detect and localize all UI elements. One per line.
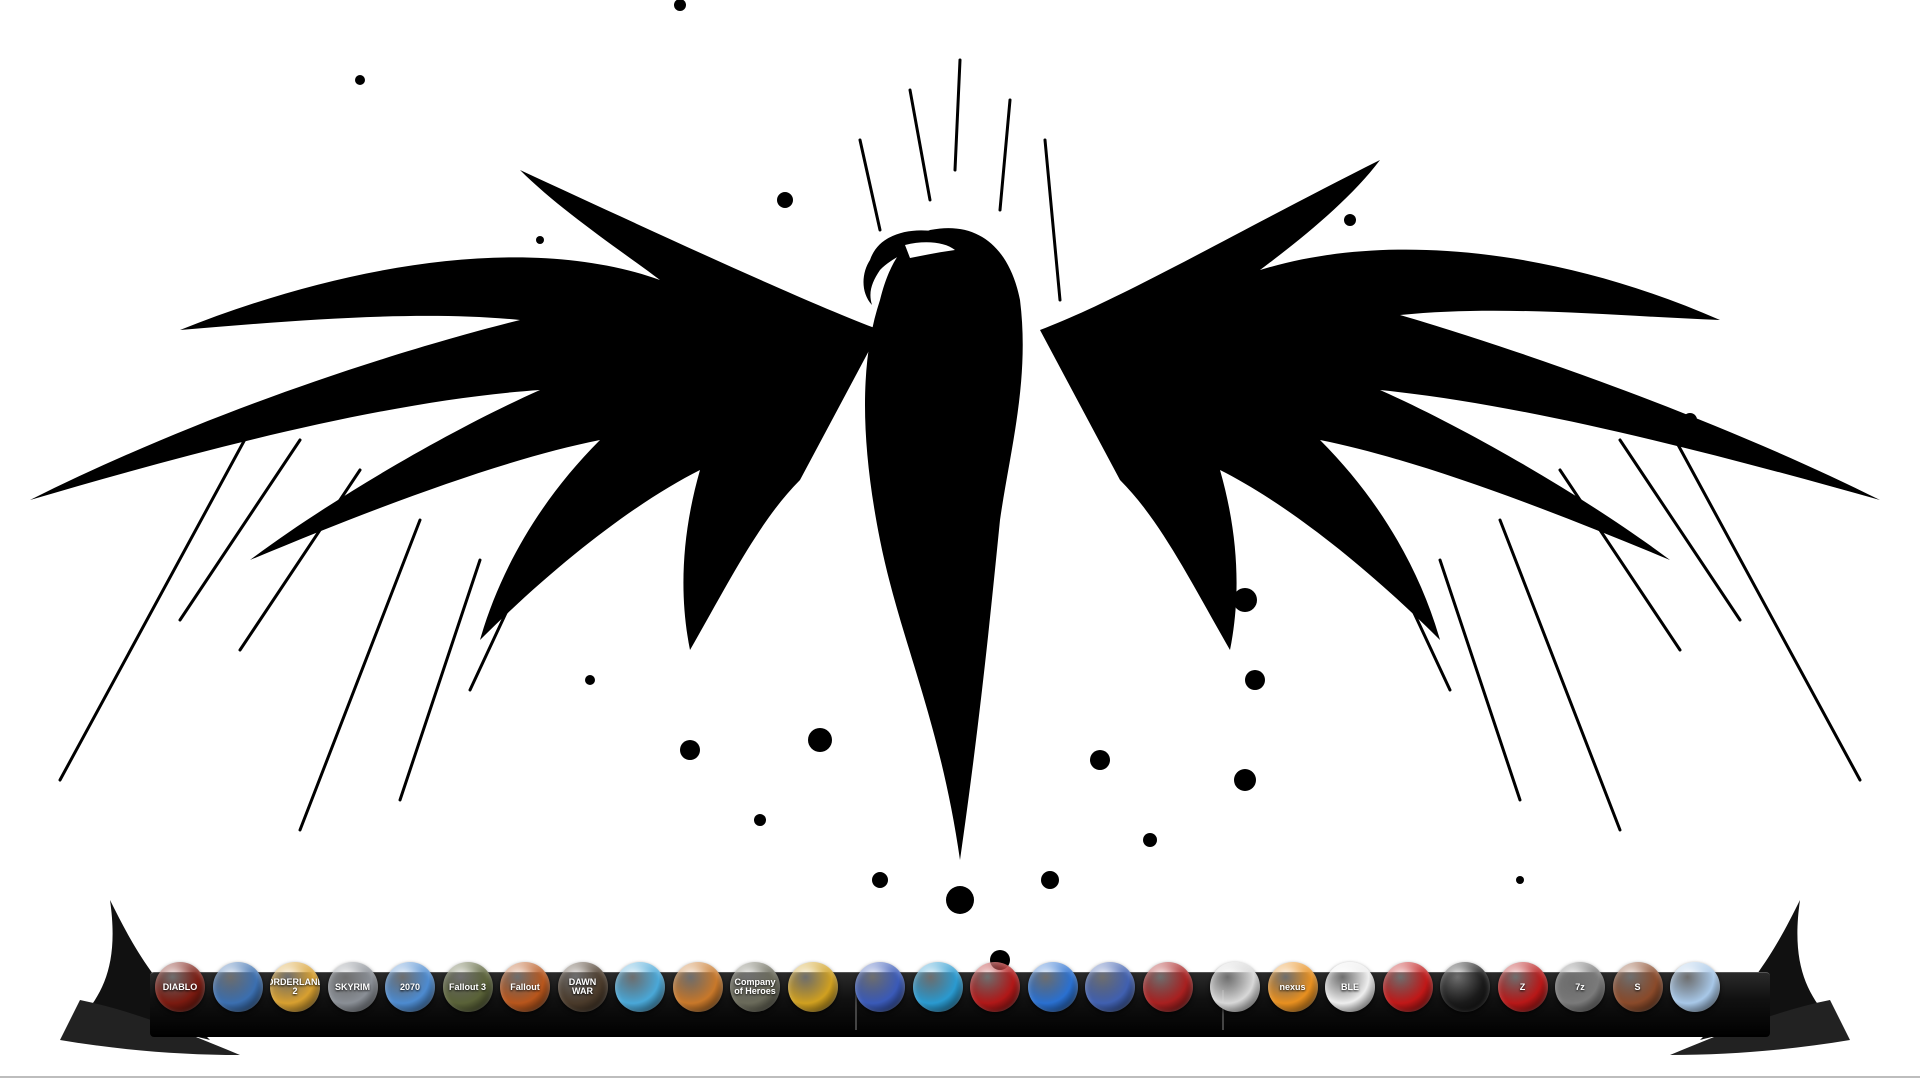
- globe-icon[interactable]: [1027, 962, 1078, 1012]
- dock-icon-label: nexus: [1279, 981, 1306, 992]
- s-app-icon[interactable]: S: [1612, 962, 1663, 1012]
- striped-app-icon[interactable]: [1382, 962, 1433, 1012]
- nexus-mod-manager-icon[interactable]: nexus: [1267, 962, 1318, 1012]
- browser-bird-icon[interactable]: [912, 962, 963, 1012]
- chat-bubble-icon[interactable]: BLE: [1325, 962, 1375, 1012]
- fallout-nv-icon[interactable]: Fallout: [500, 962, 550, 1012]
- 7zip-icon[interactable]: 7z: [1555, 962, 1605, 1012]
- company-of-heroes-icon[interactable]: Company of Heroes: [730, 962, 780, 1012]
- dock-icon-label: DIABLO: [162, 981, 198, 992]
- steam-icon[interactable]: [1440, 962, 1490, 1012]
- filezilla-icon[interactable]: Z: [1497, 962, 1548, 1012]
- red-media-icon[interactable]: [970, 962, 1020, 1012]
- skyrim-icon[interactable]: SKYRIM: [327, 962, 378, 1012]
- dock-icon-label: BLE: [1341, 981, 1359, 992]
- music-player-icon[interactable]: [855, 962, 905, 1012]
- fallout3-icon[interactable]: Fallout 3: [442, 962, 493, 1012]
- starcraft2-icon[interactable]: [212, 962, 263, 1012]
- dock-icon-label: 7z: [1575, 981, 1585, 992]
- dock-icon-label: BORDERLANDS 2: [270, 977, 320, 996]
- dawn-of-war-icon[interactable]: DAWN WAR: [557, 962, 608, 1012]
- borderlands2-icon[interactable]: BORDERLANDS 2: [270, 962, 320, 1012]
- dock-icon-label: 2070: [399, 981, 421, 992]
- dragon-red-icon[interactable]: [1142, 962, 1193, 1012]
- eagle-wallpaper: [30, 0, 1880, 970]
- anno2070-icon[interactable]: 2070: [385, 962, 435, 1012]
- diablo-icon[interactable]: DIABLO: [155, 962, 205, 1012]
- dock-icon-label: Fallout 3: [448, 981, 486, 992]
- dock-icon-label: SKYRIM: [334, 981, 370, 992]
- recycle-bin-icon[interactable]: [1670, 962, 1720, 1012]
- dragon-game-icon[interactable]: [672, 962, 723, 1012]
- dock-icon-label: Company of Heroes: [734, 977, 776, 996]
- dock-icon-label: DAWN WAR: [568, 977, 597, 996]
- screen-bottom-edge: [0, 1076, 1920, 1078]
- dock-icon-label: Fallout: [510, 981, 540, 992]
- books-icon[interactable]: [1085, 962, 1135, 1012]
- dice-icon[interactable]: [1210, 962, 1260, 1012]
- dock-icon-label: S: [1634, 981, 1641, 992]
- game-scroll-icon[interactable]: [615, 962, 665, 1012]
- xcom-icon[interactable]: [787, 962, 838, 1012]
- dock-icon-label: Z: [1519, 981, 1526, 992]
